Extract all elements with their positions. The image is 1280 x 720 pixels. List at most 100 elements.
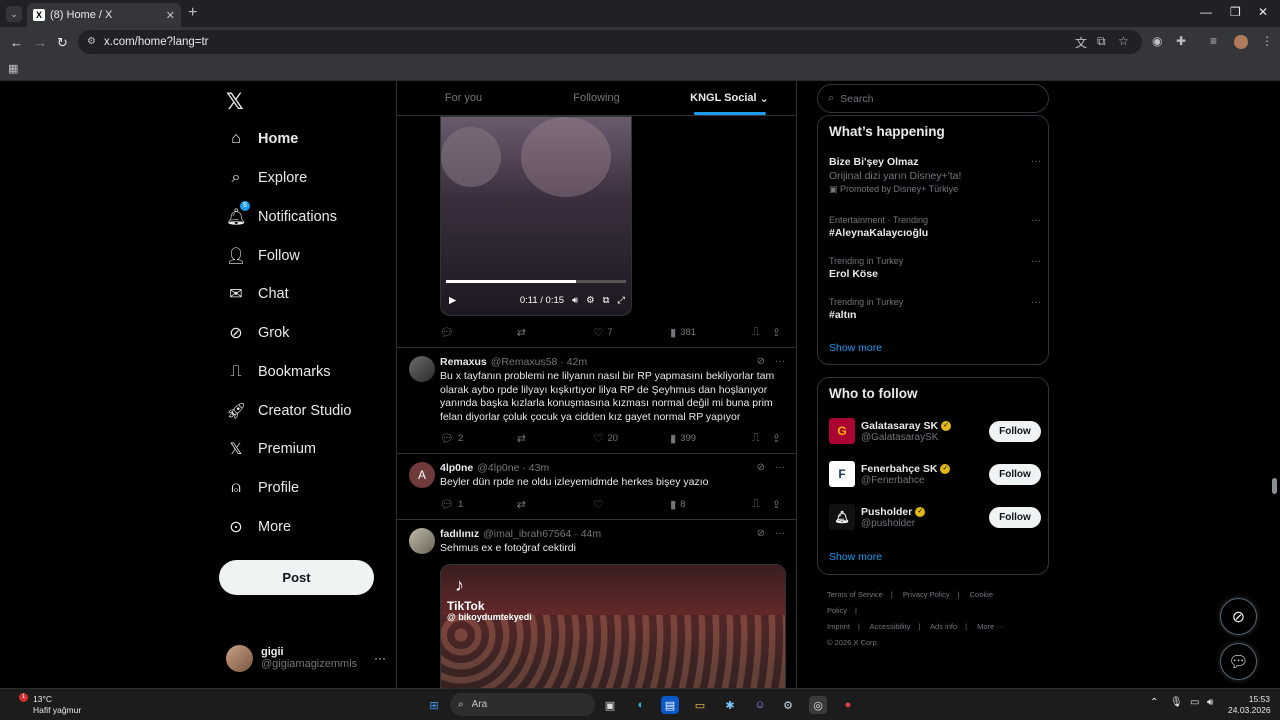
- grok-icon[interactable]: ⊘: [757, 528, 765, 540]
- media-controls-icon[interactable]: ≡: [1210, 34, 1217, 48]
- more-horizontal-icon[interactable]: ···: [1031, 156, 1041, 167]
- weather-widget[interactable]: 1 13°C Hafif yağmur: [19, 693, 81, 716]
- nav-bookmarks[interactable]: ⎍ Bookmarks: [226, 357, 330, 387]
- tweet-author[interactable]: Remaxus: [440, 356, 487, 368]
- window-close-icon[interactable]: ✕: [1258, 5, 1268, 19]
- more-horizontal-icon[interactable]: ···: [775, 462, 785, 474]
- tab-close-icon[interactable]: ✕: [166, 9, 175, 22]
- follow-suggestion[interactable]: 🔔︎ Pusholder ✓ @pusholder Follow: [829, 502, 1041, 532]
- share-button[interactable]: ⇪: [772, 498, 785, 511]
- app-icon[interactable]: ✱: [721, 696, 739, 714]
- browser-tab[interactable]: X (8) Home / X ✕: [27, 3, 181, 27]
- taskbar-search[interactable]: ⌕ Ara: [450, 693, 595, 716]
- tab-search-menu-icon[interactable]: ⌄: [6, 6, 22, 22]
- nav-profile[interactable]: ⍝ Profile: [226, 473, 299, 503]
- minimize-icon[interactable]: —: [1200, 5, 1212, 19]
- install-app-icon[interactable]: ⧉: [1097, 34, 1106, 49]
- scrollbar-thumb[interactable]: [1272, 478, 1277, 494]
- trend-item[interactable]: Bize Bi'şey Olmaz Orijinal dizi yarın Di…: [829, 156, 1041, 195]
- chat-bubble-icon[interactable]: 💬︎: [1220, 643, 1257, 680]
- search-box[interactable]: ⌕: [817, 84, 1049, 113]
- show-more-link[interactable]: Show more: [829, 342, 882, 354]
- reply-button[interactable]: 💬︎ 2: [440, 432, 517, 445]
- footer-link[interactable]: Imprint: [827, 622, 850, 631]
- browser-menu-icon[interactable]: ⋮: [1261, 34, 1273, 48]
- views-button[interactable]: ▮ 381: [670, 326, 752, 339]
- repost-button[interactable]: ⇄: [517, 498, 594, 511]
- windows-start-icon[interactable]: ⊞: [425, 696, 443, 714]
- nav-home[interactable]: ⌂ Home: [226, 124, 298, 154]
- avatar[interactable]: A: [409, 462, 435, 488]
- url-field[interactable]: ⚙ x.com/home?lang=tr: [78, 30, 1142, 54]
- game-app-icon[interactable]: ●: [839, 696, 857, 714]
- like-button[interactable]: ♡: [593, 498, 670, 511]
- trend-item[interactable]: Trending in Turkey Erol Köse ···: [829, 256, 1041, 280]
- play-icon[interactable]: ▶: [449, 295, 456, 306]
- video-progress-bar[interactable]: [446, 280, 626, 283]
- repost-button[interactable]: ⇄: [517, 432, 594, 445]
- discord-icon[interactable]: ☺: [751, 696, 769, 714]
- speaker-icon[interactable]: 🔊︎: [1207, 697, 1213, 708]
- tweet-author[interactable]: fadılınız: [440, 528, 479, 540]
- trend-item[interactable]: Entertainment · Trending #AleynaKalaycıo…: [829, 215, 1041, 239]
- footer-link[interactable]: Terms of Service: [827, 590, 883, 599]
- forward-icon[interactable]: →: [34, 35, 47, 50]
- tweet[interactable]: fadılınız @imal_ibrah67564 · 44m ⊘ ··· S…: [397, 519, 796, 688]
- steam-icon[interactable]: ⚙: [779, 696, 797, 714]
- share-button[interactable]: ⇪: [772, 326, 785, 339]
- volume-icon[interactable]: 🔊︎: [572, 295, 578, 306]
- tweet-author[interactable]: 4lp0ne: [440, 462, 473, 474]
- post-button[interactable]: Post: [219, 560, 374, 595]
- back-icon[interactable]: ←: [10, 35, 23, 50]
- video-player[interactable]: ▶ 0:11 / 0:15 🔊︎ ⚙ ⧉ ⤢: [440, 116, 632, 316]
- footer-link[interactable]: Privacy Policy: [903, 590, 950, 599]
- more-horizontal-icon[interactable]: ···: [1031, 256, 1041, 267]
- more-horizontal-icon[interactable]: ···: [1031, 215, 1041, 226]
- bookmark-button[interactable]: ⎍: [752, 432, 772, 445]
- like-button[interactable]: ♡ 20: [593, 432, 670, 445]
- follow-button[interactable]: Follow: [989, 463, 1041, 485]
- grok-float-icon[interactable]: ⊘: [1220, 598, 1257, 635]
- follow-button[interactable]: Follow: [989, 506, 1041, 528]
- apps-grid-icon[interactable]: ▦: [8, 62, 18, 75]
- new-tab-icon[interactable]: +: [188, 4, 197, 22]
- tab-for-you[interactable]: For you: [397, 81, 530, 115]
- maximize-icon[interactable]: ❐: [1230, 5, 1241, 19]
- nav-chat[interactable]: ✉ Chat: [226, 279, 288, 309]
- footer-link[interactable]: Accessibility: [870, 622, 911, 631]
- tab-following[interactable]: Following: [530, 81, 663, 115]
- follow-suggestion[interactable]: G Galatasaray SK ✓ @GalatasaraySK Follow: [829, 416, 1041, 446]
- tray-chevron-icon[interactable]: ⌃: [1150, 697, 1158, 708]
- task-view-icon[interactable]: ▣: [601, 696, 619, 714]
- views-button[interactable]: ▮ 8: [670, 498, 752, 511]
- reload-icon[interactable]: ↻: [57, 35, 68, 51]
- grok-icon[interactable]: ⊘: [757, 356, 765, 368]
- extensions-puzzle-icon[interactable]: ✚: [1176, 34, 1186, 48]
- avatar[interactable]: [409, 356, 435, 382]
- footer-link[interactable]: Ads info: [930, 622, 957, 631]
- account-switcher[interactable]: gigii @gigiamagizemmis ···: [226, 641, 386, 675]
- nav-explore[interactable]: ⌕ Explore: [226, 163, 308, 193]
- avatar[interactable]: [409, 528, 435, 554]
- store-icon[interactable]: ▤: [661, 696, 679, 714]
- bookmark-star-icon[interactable]: ☆: [1118, 34, 1129, 48]
- settings-icon[interactable]: ⚙: [586, 295, 595, 306]
- x-logo-icon[interactable]: 𝕏: [226, 89, 244, 115]
- bookmark-button[interactable]: ⎍: [752, 326, 772, 339]
- pip-icon[interactable]: ⧉: [603, 295, 610, 306]
- repost-button[interactable]: ⇄: [517, 326, 594, 339]
- like-button[interactable]: ♡ 7: [593, 326, 670, 339]
- more-horizontal-icon[interactable]: ···: [374, 651, 386, 665]
- trend-item[interactable]: Trending in Turkey #altın ···: [829, 297, 1041, 321]
- site-info-icon[interactable]: ⚙: [87, 36, 96, 47]
- taskbar-clock[interactable]: 15:53 24.03.2026: [1228, 694, 1271, 716]
- fullscreen-icon[interactable]: ⤢: [617, 295, 625, 306]
- search-input[interactable]: [840, 92, 1021, 105]
- translate-icon[interactable]: 文: [1075, 34, 1087, 51]
- follow-suggestion[interactable]: F Fenerbahçe SK ✓ @Fenerbahce Follow: [829, 459, 1041, 489]
- reply-button[interactable]: 💬︎: [440, 326, 517, 339]
- tweet-media-image[interactable]: ♪ TikTok @ bikoydumtekyedi: [440, 564, 786, 688]
- chrome-icon[interactable]: ◎: [809, 696, 827, 714]
- tab-kngl-social[interactable]: KNGL Social ⌄: [663, 81, 796, 115]
- footer-link[interactable]: More ···: [977, 622, 1004, 631]
